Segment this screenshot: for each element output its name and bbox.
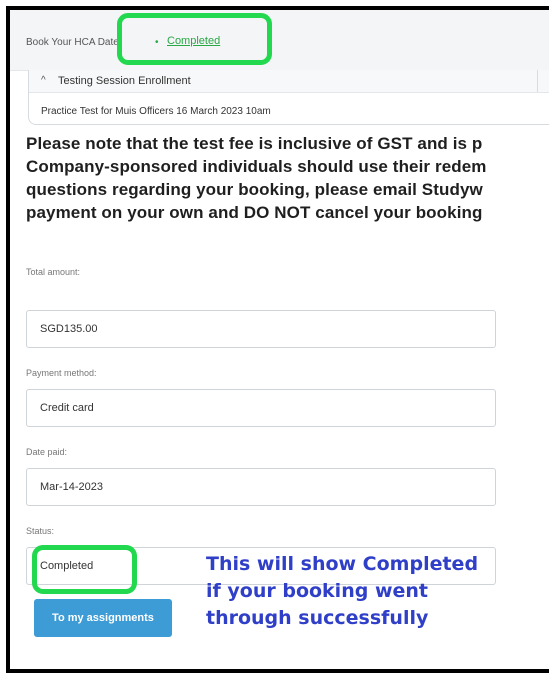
annotation-note: This will show Completed if your booking… <box>206 551 478 632</box>
chevron-up-icon[interactable]: ^ <box>41 75 46 86</box>
payment-method-label: Payment method: <box>26 368 97 378</box>
total-amount-field[interactable]: SGD135.00 <box>26 310 496 348</box>
annotation-line: through successfully <box>206 607 429 629</box>
annotation-line: if your booking went <box>206 580 428 602</box>
session-name: Practice Test for Muis Officers 16 March… <box>41 106 271 117</box>
notice-line: Company-sponsored individuals should use… <box>26 157 487 176</box>
screenshot-frame: Book Your HCA Date • Completed ^ Testing… <box>6 6 549 673</box>
payment-method-field[interactable]: Credit card <box>26 389 496 427</box>
panel-column-divider <box>537 70 538 92</box>
breadcrumb: Book Your HCA Date • Completed <box>10 10 549 71</box>
date-paid-label: Date paid: <box>26 447 68 457</box>
status-label: Status: <box>26 526 55 536</box>
payment-notice: Please note that the test fee is inclusi… <box>26 132 549 224</box>
notice-line: payment on your own and DO NOT cancel yo… <box>26 203 483 222</box>
highlight-box-breadcrumb <box>117 13 272 65</box>
enrollment-panel-title: Testing Session Enrollment <box>58 75 191 87</box>
breadcrumb-item-book-date[interactable]: Book Your HCA Date <box>26 37 126 48</box>
notice-line: Please note that the test fee is inclusi… <box>26 134 483 153</box>
total-amount-label: Total amount: <box>26 267 81 277</box>
enrollment-panel-header[interactable]: ^ Testing Session Enrollment <box>29 70 549 93</box>
notice-line: questions regarding your booking, please… <box>26 180 483 199</box>
to-my-assignments-button[interactable]: To my assignments <box>34 599 172 637</box>
enrollment-panel: ^ Testing Session Enrollment Practice Te… <box>28 70 549 125</box>
highlight-box-status <box>32 545 137 594</box>
date-paid-field[interactable]: Mar-14-2023 <box>26 468 496 506</box>
annotation-line: This will show Completed <box>206 553 479 575</box>
